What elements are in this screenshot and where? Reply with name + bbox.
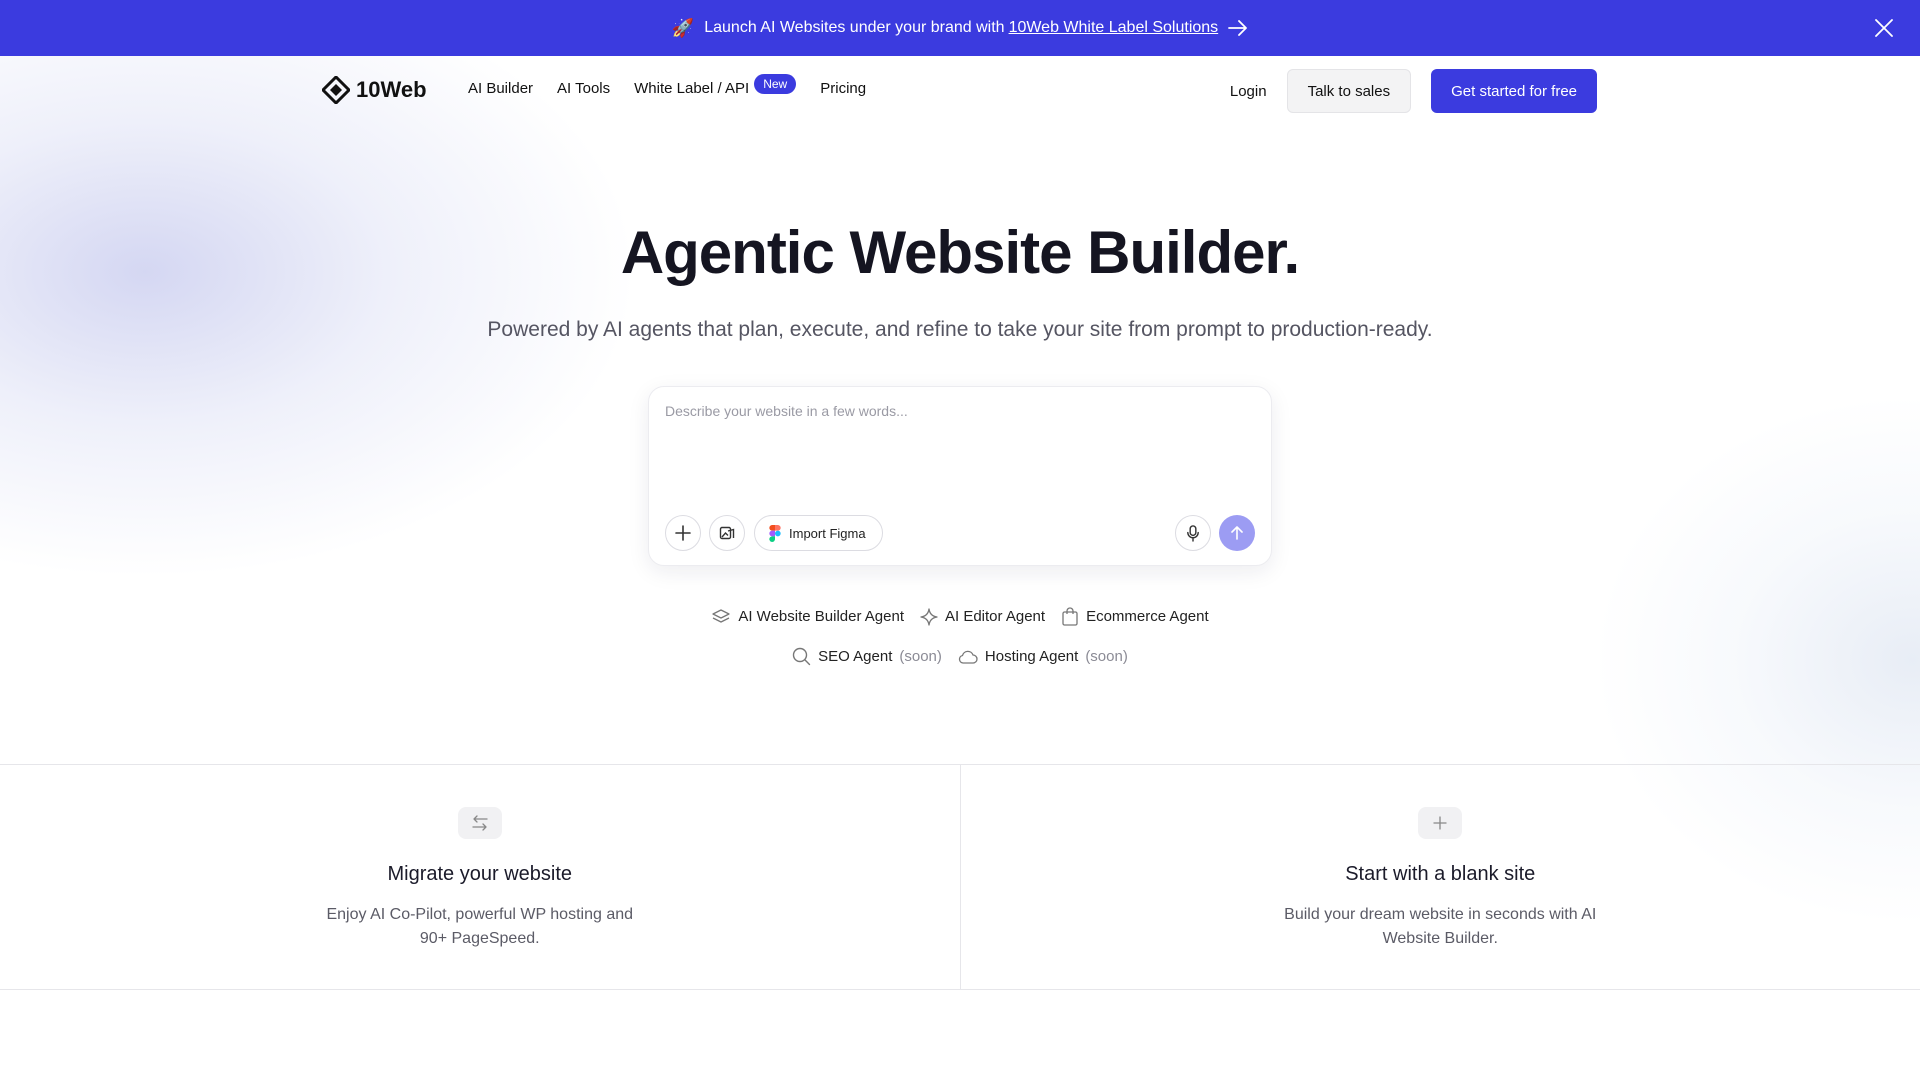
send-button[interactable]	[1219, 515, 1255, 551]
logo-text: 10Web	[356, 77, 427, 102]
image-icon	[719, 526, 735, 540]
plus-icon	[675, 525, 691, 541]
banner-link[interactable]: 10Web White Label Solutions	[1009, 19, 1219, 37]
agent-website-builder[interactable]: AI Website Builder Agent	[711, 608, 904, 626]
prompt-box: Import Figma	[648, 386, 1272, 566]
plus-icon	[1418, 807, 1463, 839]
hero-title: Agentic Website Builder.	[620, 219, 1300, 286]
add-button[interactable]	[665, 515, 701, 551]
rocket-icon: 🚀	[671, 17, 695, 38]
microphone-icon	[1187, 524, 1199, 542]
agent-ecommerce[interactable]: Ecommerce Agent	[1061, 607, 1209, 626]
get-started-button[interactable]: Get started for free	[1431, 69, 1597, 113]
import-figma-label: Import Figma	[789, 525, 866, 541]
import-figma-button[interactable]: Import Figma	[754, 515, 883, 551]
sparkle-icon	[920, 607, 938, 626]
agent-ecommerce-label: Ecommerce Agent	[1086, 608, 1209, 625]
agent-editor[interactable]: AI Editor Agent	[920, 607, 1046, 626]
nav-pricing[interactable]: Pricing	[820, 80, 866, 97]
blank-site-card-title: Start with a blank site	[1345, 863, 1536, 885]
agents-row-2: SEO Agent (soon) Hosting Agent (soon)	[0, 647, 1920, 666]
arrow-up-icon	[1231, 526, 1243, 540]
hero-subtitle: Powered by AI agents that plan, execute,…	[487, 318, 1433, 341]
logo[interactable]: 10Web	[322, 76, 427, 104]
logo-diamond-icon	[322, 76, 350, 104]
new-badge: New	[754, 74, 797, 94]
image-upload-button[interactable]	[709, 515, 745, 551]
top-navigation: 10Web AI Builder AI Tools White Label / …	[0, 56, 1920, 126]
close-icon[interactable]	[1872, 16, 1896, 40]
blank-site-card-desc: Build your dream website in seconds with…	[1284, 906, 1597, 947]
cloud-icon	[958, 650, 978, 664]
announcement-banner: 🚀 Launch AI Websites under your brand wi…	[0, 0, 1920, 56]
agent-seo-label: SEO Agent	[818, 648, 893, 665]
nav-ai-builder[interactable]: AI Builder	[468, 80, 533, 97]
figma-icon	[769, 524, 781, 542]
agent-hosting[interactable]: Hosting Agent (soon)	[958, 648, 1128, 665]
agent-seo[interactable]: SEO Agent (soon)	[792, 647, 942, 666]
agents-row-1: AI Website Builder Agent AI Editor Agent…	[0, 607, 1920, 626]
agent-hosting-soon: (soon)	[1085, 648, 1128, 665]
start-options: Migrate your website Enjoy AI Co-Pilot, …	[0, 764, 1920, 990]
page: 🚀 Launch AI Websites under your brand wi…	[0, 0, 1920, 1080]
arrow-right-icon[interactable]	[1228, 20, 1248, 36]
layers-icon	[712, 608, 730, 623]
nav-white-label-text: White Label / API	[634, 80, 750, 97]
nav-white-label[interactable]: White Label / API New	[634, 74, 797, 97]
prompt-input[interactable]	[665, 403, 1255, 483]
nav-links: AI Builder AI Tools White Label / API Ne…	[468, 74, 890, 97]
login-link[interactable]: Login	[1230, 83, 1267, 100]
banner-text: Launch AI Websites under your brand with	[704, 19, 1005, 36]
nav-ai-tools[interactable]: AI Tools	[557, 80, 610, 97]
shopping-bag-icon	[1062, 607, 1078, 626]
agent-seo-soon: (soon)	[899, 648, 942, 665]
agent-website-builder-label: AI Website Builder Agent	[738, 608, 904, 625]
migrate-card-desc: Enjoy AI Co-Pilot, powerful WP hosting a…	[326, 906, 634, 947]
migrate-card[interactable]: Migrate your website Enjoy AI Co-Pilot, …	[0, 765, 960, 989]
migrate-card-title: Migrate your website	[387, 863, 573, 885]
blank-site-card[interactable]: Start with a blank site Build your dream…	[959, 765, 1920, 989]
swap-arrows-icon	[457, 807, 502, 839]
nav-actions: Login Talk to sales Get started for free	[1230, 69, 1597, 113]
agent-hosting-label: Hosting Agent	[984, 648, 1079, 665]
search-icon	[792, 647, 811, 666]
talk-to-sales-button[interactable]: Talk to sales	[1286, 69, 1412, 113]
microphone-button[interactable]	[1175, 515, 1211, 551]
agent-editor-label: AI Editor Agent	[945, 608, 1046, 625]
